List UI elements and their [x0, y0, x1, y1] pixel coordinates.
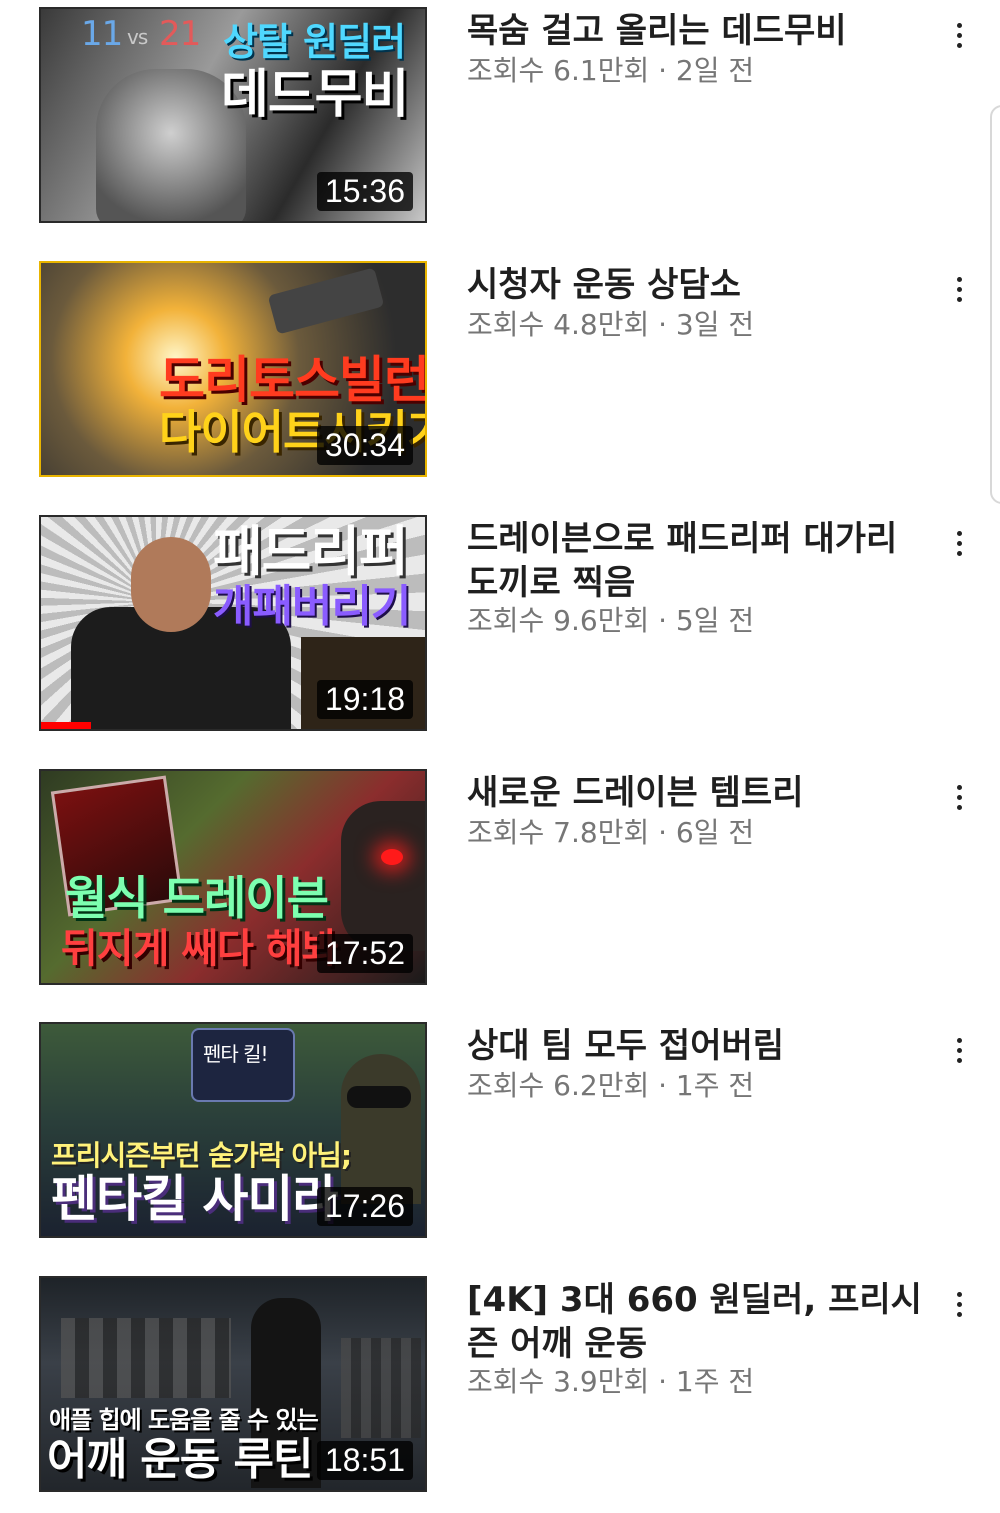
video-item[interactable]: 패드리퍼 개패버리기 19:18 드레이븐으로 패드리퍼 대가리 도끼로 찍음 …: [0, 515, 1000, 735]
more-options-button[interactable]: [944, 1028, 974, 1072]
video-thumbnail[interactable]: 애플 힙에 도움을 줄 수 있는 어깨 운동 루틴 18:51: [39, 1276, 427, 1492]
thumbnail-score-left: 11: [81, 14, 123, 54]
video-item[interactable]: 애플 힙에 도움을 줄 수 있는 어깨 운동 루틴 18:51 [4K] 3대 …: [0, 1276, 1000, 1496]
duration-badge: 15:36: [316, 171, 413, 211]
video-meta: 조회수 3.9만회 · 1주 전: [467, 1365, 755, 1398]
thumbnail-caption-top: 도리토스빌런: [159, 351, 427, 409]
duration-badge: 17:26: [316, 1186, 413, 1226]
more-vert-icon: [956, 530, 962, 556]
video-meta: 조회수 9.6만회 · 5일 전: [467, 604, 755, 637]
video-title[interactable]: 시청자 운동 상담소: [467, 263, 927, 307]
more-vert-icon: [956, 22, 962, 48]
thumbnail-score-right: 21: [159, 14, 201, 54]
thumbnail-caption-main: 어깨 운동 루틴: [47, 1434, 314, 1485]
video-thumbnail[interactable]: 패드리퍼 개패버리기 19:18: [39, 515, 427, 731]
thumbnail-caption-top: 월식 드레이븐: [65, 871, 329, 925]
video-meta: 조회수 7.8만회 · 6일 전: [467, 816, 755, 849]
thumbnail-caption-top: 상탈 원딜러: [223, 20, 406, 64]
video-thumbnail[interactable]: 도리토스빌런 다이어트시키기 30:34: [39, 261, 427, 477]
video-item[interactable]: 도리토스빌런 다이어트시키기 30:34 시청자 운동 상담소 조회수 4.8만…: [0, 261, 1000, 481]
scrollbar[interactable]: [990, 105, 1000, 504]
more-options-button[interactable]: [944, 1282, 974, 1326]
thumbnail-score-vs: vs: [127, 25, 148, 49]
more-vert-icon: [956, 1291, 962, 1317]
thumbnail-caption-top: 애플 힙에 도움을 줄 수 있는: [49, 1406, 319, 1434]
thumbnail-caption-main: 데드무비: [221, 65, 409, 125]
duration-badge: 30:34: [316, 425, 413, 465]
duration-badge: 18:51: [316, 1440, 413, 1480]
more-options-button[interactable]: [944, 775, 974, 819]
video-item[interactable]: 월식 드레이븐 뒤지게 쌔다 해봐 17:52 새로운 드레이븐 템트리 조회수…: [0, 769, 1000, 989]
video-title[interactable]: 상대 팀 모두 접어버림: [467, 1024, 927, 1068]
video-thumbnail[interactable]: 11 vs 21 상탈 원딜러 데드무비 15:36: [39, 7, 427, 223]
video-title[interactable]: 드레이븐으로 패드리퍼 대가리 도끼로 찍음: [467, 517, 927, 605]
video-thumbnail[interactable]: 월식 드레이븐 뒤지게 쌔다 해봐 17:52: [39, 769, 427, 985]
video-title[interactable]: [4K] 3대 660 원딜러, 프리시즌 어깨 운동: [467, 1278, 927, 1366]
duration-badge: 19:18: [316, 679, 413, 719]
thumbnail-caption-main: 뒤지게 쌔다 해봐: [61, 926, 338, 972]
video-item[interactable]: 펜타 킬! 프리시즌부턴 숟가락 아님; 펜타킬 사미라 17:26 상대 팀 …: [0, 1022, 1000, 1242]
video-meta: 조회수 4.8만회 · 3일 전: [467, 308, 755, 341]
more-options-button[interactable]: [944, 267, 974, 311]
watch-progress-bar: [41, 722, 91, 729]
video-meta: 조회수 6.1만회 · 2일 전: [467, 54, 755, 87]
video-thumbnail[interactable]: 펜타 킬! 프리시즌부턴 숟가락 아님; 펜타킬 사미라 17:26: [39, 1022, 427, 1238]
more-vert-icon: [956, 784, 962, 810]
more-vert-icon: [956, 1037, 962, 1063]
thumbnail-caption-pentakill: 펜타 킬!: [203, 1042, 269, 1066]
video-title[interactable]: 새로운 드레이븐 템트리: [467, 771, 927, 815]
thumbnail-caption-main: 개패버리기: [213, 581, 411, 632]
more-options-button[interactable]: [944, 521, 974, 565]
thumbnail-caption-main: 펜타킬 사미라: [51, 1170, 338, 1228]
video-item[interactable]: 11 vs 21 상탈 원딜러 데드무비 15:36 목숨 걸고 올리는 데드무…: [0, 7, 1000, 227]
duration-badge: 17:52: [316, 933, 413, 973]
thumbnail-caption-top: 프리시즌부턴 숟가락 아님;: [51, 1139, 352, 1172]
video-list: 11 vs 21 상탈 원딜러 데드무비 15:36 목숨 걸고 올리는 데드무…: [0, 0, 1000, 1513]
more-vert-icon: [956, 276, 962, 302]
video-title[interactable]: 목숨 걸고 올리는 데드무비: [467, 9, 927, 53]
more-options-button[interactable]: [944, 13, 974, 57]
video-meta: 조회수 6.2만회 · 1주 전: [467, 1069, 755, 1102]
thumbnail-caption-top: 패드리퍼: [213, 520, 409, 583]
